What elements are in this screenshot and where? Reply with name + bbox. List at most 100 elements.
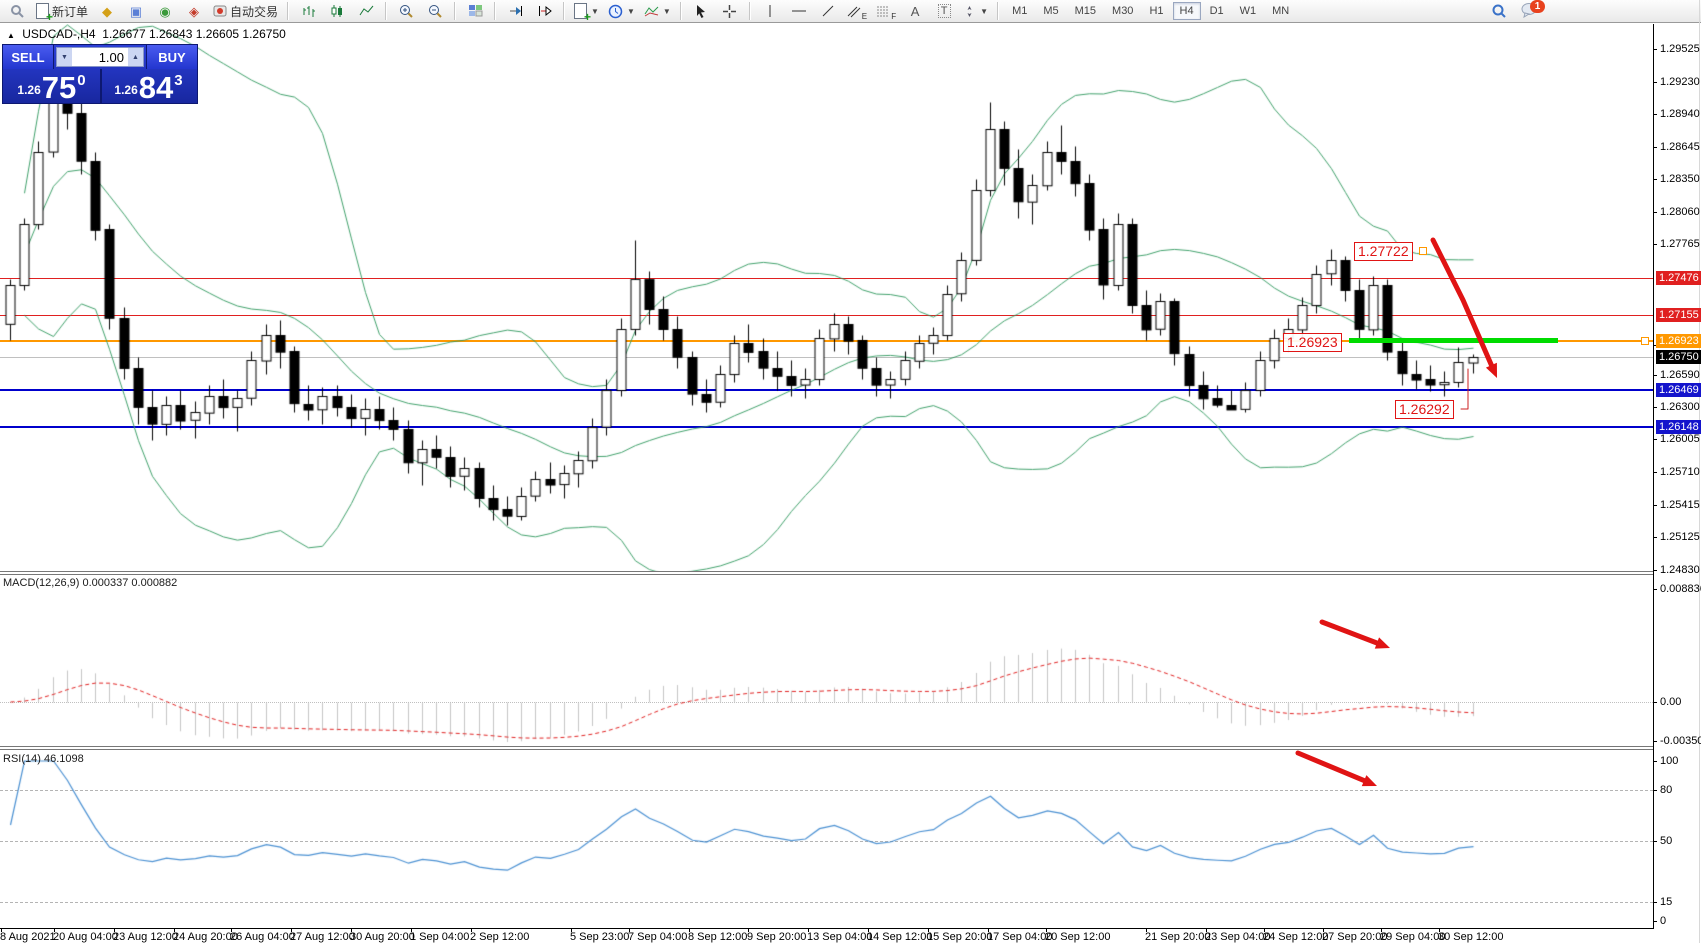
rsi-axis-tickmark: [1653, 921, 1657, 922]
timeframe-mn[interactable]: MN: [1265, 2, 1296, 20]
price-axis-tickmark: [1653, 244, 1657, 245]
time-axis-tickmark: [1046, 929, 1047, 932]
trendline-tool[interactable]: [814, 0, 842, 22]
text-label-letter: T: [938, 4, 951, 18]
sell-price-pip: 0: [77, 72, 85, 89]
symbol-title: USDCAD-,H4: [22, 27, 95, 41]
time-axis-border: [0, 928, 1653, 929]
volume-increase-button[interactable]: ▲: [128, 48, 143, 66]
chart-profiles-clock-icon[interactable]: ▼: [604, 0, 639, 22]
market-watch-icon[interactable]: ◉: [151, 0, 179, 22]
notifications-icon[interactable]: 1: [1521, 2, 1543, 20]
rsi-axis-tickmark: [1653, 761, 1657, 762]
timeframe-m1[interactable]: M1: [1005, 2, 1034, 20]
macd-axis-tickmark: [1653, 702, 1657, 703]
time-axis-tickmark: [1146, 929, 1147, 932]
sell-button[interactable]: SELL: [3, 45, 54, 69]
time-axis-tickmark: [411, 929, 412, 932]
rsi-axis-label: 15: [1660, 896, 1672, 908]
timeframe-m15[interactable]: M15: [1068, 2, 1103, 20]
new-chart-dropdown[interactable]: + ▼: [570, 0, 603, 22]
search-icon[interactable]: [1485, 0, 1513, 22]
vertical-line-tool[interactable]: [756, 0, 784, 22]
time-axis-tickmark: [629, 929, 630, 932]
timeframe-m30[interactable]: M30: [1105, 2, 1140, 20]
buy-button[interactable]: BUY: [146, 45, 197, 69]
price-axis-highlight-label: 1.26750: [1656, 350, 1701, 364]
strategy-tester-icon[interactable]: ◈: [180, 0, 208, 22]
time-axis-tickmark: [571, 929, 572, 932]
volume-decrease-button[interactable]: ▼: [57, 48, 72, 66]
zoom-in-icon[interactable]: [392, 0, 420, 22]
macd-panel-separator[interactable]: [0, 571, 1653, 575]
price-axis-tickmark: [1653, 82, 1657, 83]
timeframe-h4[interactable]: H4: [1173, 2, 1201, 20]
zoom-out-icon[interactable]: [421, 0, 449, 22]
collapse-arrow-icon[interactable]: ▲: [7, 31, 15, 40]
time-axis-label: 23 Aug 12:00: [113, 931, 178, 943]
timeframe-w1[interactable]: W1: [1233, 2, 1264, 20]
chart-header: ▲ USDCAD-,H4 1.26677 1.26843 1.26605 1.2…: [7, 27, 286, 41]
timeframe-h1[interactable]: H1: [1142, 2, 1170, 20]
price-axis-line: [1653, 24, 1654, 929]
macd-panel-canvas[interactable]: [0, 575, 1653, 747]
time-axis-tickmark: [928, 929, 929, 932]
crosshair-tool[interactable]: [716, 0, 744, 22]
selection-anchor-square[interactable]: [1641, 337, 1649, 345]
time-axis-tickmark: [1381, 929, 1382, 932]
time-axis-label: 13 Sep 04:00: [807, 931, 872, 943]
price-axis-tickmark: [1653, 537, 1657, 538]
price-axis-tick-label: 1.26300: [1660, 401, 1700, 413]
timeframe-m5[interactable]: M5: [1036, 2, 1065, 20]
timeframe-d1[interactable]: D1: [1203, 2, 1231, 20]
time-axis-label: 24 Sep 12:00: [1263, 931, 1328, 943]
bar-chart-icon[interactable]: [294, 0, 322, 22]
macd-axis-label: 0.008836: [1660, 583, 1701, 595]
rsi-axis-label: 100: [1660, 755, 1678, 767]
horizontal-line-tool[interactable]: [785, 0, 813, 22]
rsi-panel-separator[interactable]: [0, 746, 1653, 750]
autotrading-button[interactable]: 自动交易: [209, 0, 282, 22]
annotation-pivot-price-label[interactable]: 1.26923: [1283, 333, 1342, 352]
new-chart-icon: +: [574, 3, 587, 19]
rsi-axis-label: 50: [1660, 835, 1672, 847]
annotation-low-price-label[interactable]: 1.26292: [1395, 400, 1454, 419]
equidistant-channel-tool[interactable]: E: [843, 0, 871, 22]
indicators-list-dropdown[interactable]: ▼: [640, 0, 675, 22]
indicators-icon: [644, 4, 659, 18]
price-axis-tickmark: [1653, 375, 1657, 376]
notification-badge: 1: [1530, 0, 1545, 13]
rsi-panel-canvas[interactable]: [0, 750, 1653, 928]
new-order-button[interactable]: + 新订单: [32, 0, 92, 22]
time-axis-label: 26 Aug 04:00: [230, 931, 295, 943]
price-axis-tickmark: [1653, 407, 1657, 408]
candlestick-chart-icon[interactable]: [323, 0, 351, 22]
terminal-icon[interactable]: ▣: [122, 0, 150, 22]
timeframe-group: M1M5M15M30H1H4D1W1MN: [1004, 2, 1297, 20]
tile-windows-icon[interactable]: [461, 0, 489, 22]
auto-scroll-icon[interactable]: [501, 0, 529, 22]
arrows-tool-dropdown[interactable]: ▼: [959, 0, 992, 22]
green-trend-segment[interactable]: [1349, 338, 1558, 343]
price-axis-highlight-label: 1.27155: [1656, 308, 1701, 322]
autotrading-label: 自动交易: [230, 3, 278, 20]
start-icon[interactable]: [3, 0, 31, 22]
metaeditor-icon[interactable]: ◆: [93, 0, 121, 22]
chart-shift-icon[interactable]: [530, 0, 558, 22]
selection-anchor-square[interactable]: [1419, 247, 1427, 255]
annotation-high-price-label[interactable]: 1.27722: [1354, 242, 1413, 261]
volume-input[interactable]: 1.00: [72, 48, 128, 66]
time-axis-tickmark: [1264, 929, 1265, 932]
line-chart-icon[interactable]: [352, 0, 380, 22]
macd-indicator-label: MACD(12,26,9) 0.000337 0.000882: [3, 577, 177, 589]
price-axis-tick-label: 1.26005: [1660, 433, 1700, 445]
price-axis-tick-label: 1.25125: [1660, 531, 1700, 543]
buy-price-display[interactable]: 1.26 84 3: [100, 69, 197, 103]
fibonacci-tool[interactable]: F: [872, 0, 900, 22]
text-tool[interactable]: A: [901, 0, 929, 22]
text-label-tool[interactable]: T: [930, 0, 958, 22]
candlestick-chart-canvas[interactable]: [0, 24, 1653, 572]
price-axis-tickmark: [1653, 439, 1657, 440]
sell-price-display[interactable]: 1.26 75 0: [3, 69, 100, 103]
cursor-tool[interactable]: [687, 0, 715, 22]
